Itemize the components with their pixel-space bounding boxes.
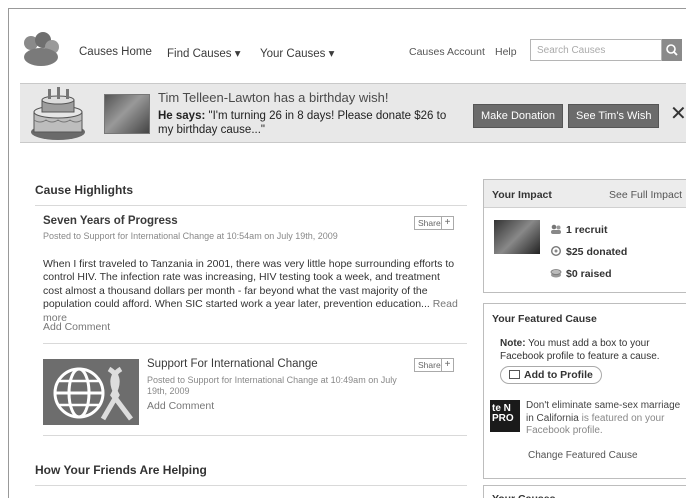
featured-cause-heading: Your Featured Cause (484, 304, 686, 332)
friend-photo[interactable] (104, 94, 150, 134)
plus-icon: + (441, 359, 453, 371)
friends-heading: How Your Friends Are Helping (35, 463, 207, 477)
your-impact-box: Your Impact See Full Impact 1 recruit $2… (483, 179, 686, 293)
impact-raised: $0 raised (550, 268, 612, 280)
your-impact-heading: Your Impact (492, 189, 552, 201)
impact-recruit: 1 recruit (550, 224, 607, 236)
donation-icon (550, 245, 562, 257)
donated-label: donated (586, 246, 628, 258)
post-divider (43, 435, 467, 436)
top-nav: Causes Home Find Causes ▾ Your Causes ▾ … (9, 9, 686, 83)
your-impact-header: Your Impact See Full Impact (484, 180, 686, 208)
donated-amount: $25 (566, 246, 584, 258)
your-causes-box: Your Causes (483, 485, 686, 498)
cause-share-button[interactable]: Share + (414, 358, 454, 372)
banner-message: He says: "I'm turning 26 in 8 days! Plea… (158, 109, 463, 137)
post-body: When I first traveled to Tanzania in 200… (43, 258, 461, 325)
recruit-count: 1 recruit (566, 224, 608, 236)
nav-find-causes-label: Find Causes (167, 48, 232, 60)
nav-causes-home[interactable]: Causes Home (79, 46, 152, 58)
cause-post-title[interactable]: Support For International Change (147, 358, 318, 370)
featured-note: Note: You must add a box to your Faceboo… (500, 338, 686, 363)
raised-label: raised (580, 268, 612, 280)
add-comment-link[interactable]: Add Comment (43, 321, 110, 333)
plus-icon: + (441, 217, 453, 229)
post-divider (43, 343, 467, 344)
profile-icon (509, 370, 520, 379)
chevron-down-icon: ▾ (234, 48, 241, 60)
impact-photo[interactable] (494, 220, 540, 254)
post-meta-cause-link[interactable]: Support for International Change (84, 231, 215, 241)
people-icon (550, 224, 562, 234)
see-wish-button[interactable]: See Tim's Wish (568, 104, 660, 128)
app-frame: Causes Home Find Causes ▾ Your Causes ▾ … (8, 8, 686, 498)
birthday-cake-icon (31, 87, 85, 140)
post-title[interactable]: Seven Years of Progress (43, 215, 178, 227)
section-divider (35, 205, 467, 206)
post-body-text: When I first traveled to Tanzania in 200… (43, 258, 455, 311)
banner-says-label: He says: (158, 110, 206, 122)
your-causes-heading: Your Causes (484, 486, 686, 498)
raised-icon (550, 268, 562, 278)
post-meta-time: at 10:54am on July 19th, 2009 (216, 231, 338, 241)
make-donation-button[interactable]: Make Donation (473, 104, 563, 128)
add-to-profile-label: Add to Profile (524, 369, 593, 381)
cause-post-meta-cause-link[interactable]: Support for International Change (188, 375, 319, 385)
nav-help[interactable]: Help (495, 46, 517, 58)
nav-find-causes[interactable]: Find Causes ▾ (167, 46, 241, 60)
share-button[interactable]: Share + (414, 216, 454, 230)
nav-causes-account[interactable]: Causes Account (409, 46, 485, 58)
cause-logo[interactable] (43, 359, 139, 425)
search-icon (666, 44, 678, 56)
section-divider (35, 485, 467, 486)
post-meta: Posted to Support for International Chan… (43, 231, 338, 241)
cause-post-meta-prefix: Posted to (147, 375, 186, 385)
featured-cause-text: Don't eliminate same-sex marriage in Cal… (526, 400, 686, 438)
raised-amount: $0 (566, 268, 578, 280)
change-featured-cause-link[interactable]: Change Featured Cause (528, 450, 638, 461)
post-meta-prefix: Posted to (43, 231, 82, 241)
featured-cause-box: Your Featured Cause Note: You must add a… (483, 303, 686, 479)
add-to-profile-button[interactable]: Add to Profile (500, 366, 602, 384)
search-button[interactable] (662, 39, 682, 61)
impact-donated: $25 donated (550, 245, 628, 258)
nav-your-causes-label: Your Causes (260, 48, 326, 60)
featured-cause-logo[interactable]: te N PRO (490, 400, 520, 432)
nav-your-causes[interactable]: Your Causes ▾ (260, 46, 334, 60)
search-input[interactable]: Search Causes (530, 39, 662, 61)
birthday-banner: Tim Telleen-Lawton has a birthday wish! … (20, 83, 686, 143)
cause-highlights-heading: Cause Highlights (35, 183, 134, 197)
close-icon[interactable]: ✕ (670, 101, 686, 126)
globe-ribbon-icon (53, 366, 133, 421)
share-label: Share (418, 218, 441, 228)
cause-post-meta: Posted to Support for International Chan… (147, 375, 417, 397)
see-full-impact-link[interactable]: See Full Impact (609, 189, 682, 201)
chevron-down-icon: ▾ (328, 48, 335, 60)
cause-share-label: Share (418, 360, 441, 370)
note-label: Note: (500, 338, 526, 349)
banner-title: Tim Telleen-Lawton has a birthday wish! (158, 90, 389, 105)
cause-add-comment-link[interactable]: Add Comment (147, 400, 214, 412)
causes-logo-icon[interactable] (21, 31, 61, 67)
